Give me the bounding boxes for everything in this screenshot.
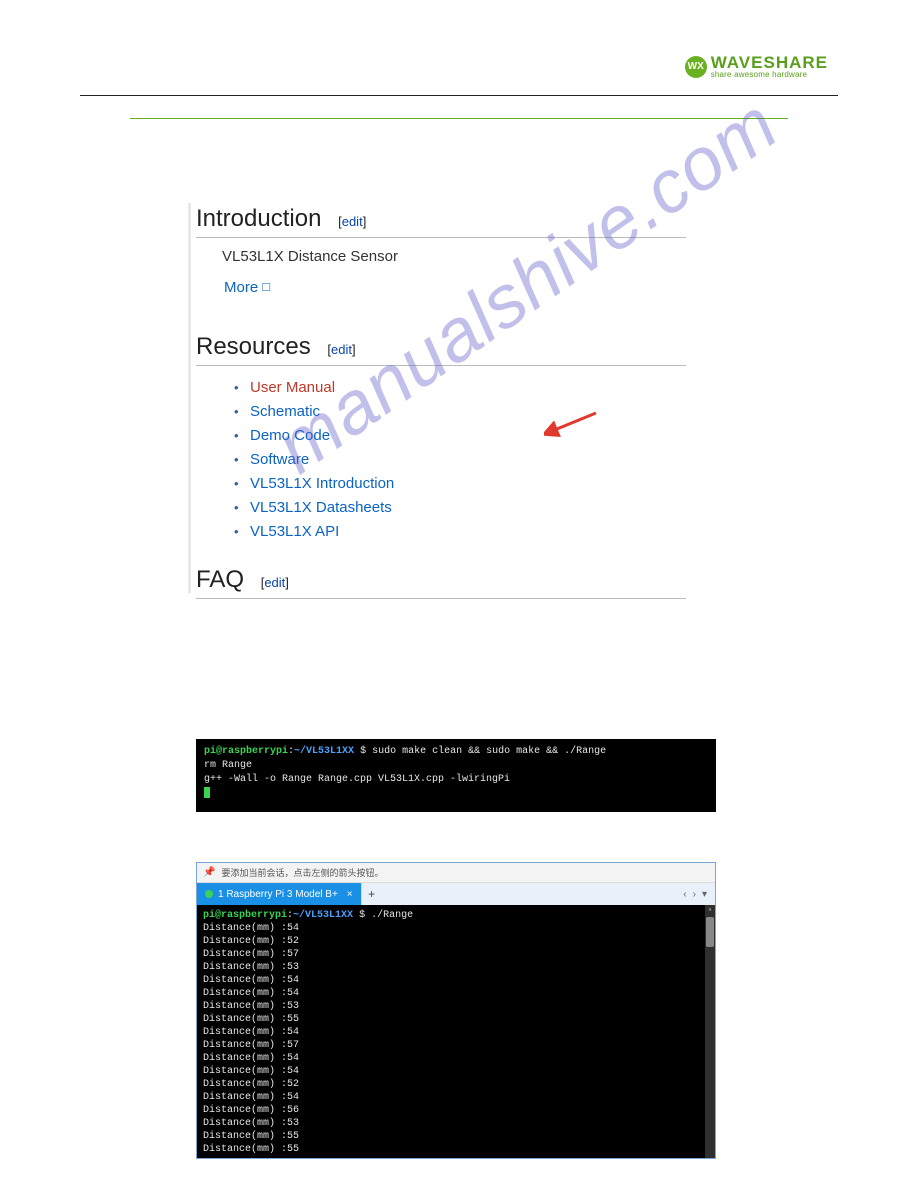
- tabbar-controls: ‹ › ▾: [675, 883, 715, 905]
- terminal-toolbar: 📌 要添加当前会话，点击左侧的箭头按钮。: [197, 863, 715, 883]
- menu-dropdown-icon[interactable]: ▾: [702, 889, 707, 900]
- intro-edit-link[interactable]: [edit]: [328, 214, 366, 229]
- wiki-left-border: [188, 203, 191, 593]
- intro-heading-text: Introduction: [196, 205, 321, 232]
- resources-list: User Manual Schematic Demo Code Software…: [196, 376, 686, 544]
- nav-left-icon[interactable]: ‹: [683, 889, 686, 900]
- cursor-icon: [204, 787, 210, 798]
- resource-vl53l1x-api[interactable]: VL53L1X API: [250, 520, 686, 544]
- logo-text: WAVESHARE share awesome hardware: [711, 54, 828, 79]
- more-label: More: [224, 279, 258, 296]
- faq-heading-text: FAQ: [196, 566, 244, 593]
- terminal-body[interactable]: pi@raspberrypi:~/VL53L1XX $ ./Range Dist…: [197, 905, 715, 1158]
- t2-prompt: $: [359, 910, 365, 921]
- pin-icon[interactable]: 📌: [203, 867, 215, 878]
- intro-divider: [196, 237, 686, 238]
- t2-path: ~/VL53L1XX: [293, 910, 353, 921]
- logo-row: WX WAVESHARE share awesome hardware: [80, 54, 838, 79]
- t2-cmd: ./Range: [371, 910, 413, 921]
- resources-edit-link[interactable]: [edit]: [317, 342, 355, 357]
- logo-sub: share awesome hardware: [711, 71, 828, 79]
- toolbar-hint: 要添加当前会话，点击左侧的箭头按钮。: [221, 866, 383, 879]
- resource-software[interactable]: Software: [250, 448, 686, 472]
- t1-path: ~/VL53L1XX: [294, 746, 354, 757]
- wiki-content: Introduction [edit] VL53L1X Distance Sen…: [196, 197, 686, 599]
- tab-title: 1 Raspberry Pi 3 Model B+: [218, 889, 338, 900]
- document-page: manualshive.com WX WAVESHARE share aweso…: [0, 0, 918, 1188]
- status-dot-icon: [205, 890, 213, 898]
- header-divider-green: [130, 118, 788, 119]
- intro-subtitle: VL53L1X Distance Sensor: [222, 248, 686, 265]
- faq-section: FAQ [edit]: [196, 558, 686, 599]
- distance-output: Distance(mm) :54 Distance(mm) :52 Distan…: [203, 923, 299, 1155]
- t1-line2: rm Range: [204, 760, 252, 771]
- resource-vl53l1x-intro[interactable]: VL53L1X Introduction: [250, 472, 686, 496]
- arrow-annotation: [544, 407, 604, 441]
- faq-divider: [196, 598, 686, 599]
- intro-heading: Introduction [edit]: [196, 197, 686, 233]
- waveshare-logo: WX WAVESHARE share awesome hardware: [685, 54, 828, 79]
- t2-userhost: pi@raspberrypi: [203, 910, 287, 921]
- t1-prompt: $: [360, 746, 366, 757]
- faq-heading: FAQ [edit]: [196, 558, 686, 594]
- scroll-thumb[interactable]: [706, 917, 714, 947]
- resource-demo-code[interactable]: Demo Code: [250, 424, 686, 448]
- terminal-tab-active[interactable]: 1 Raspberry Pi 3 Model B+ ×: [197, 883, 361, 905]
- t1-line3: g++ -Wall -o Range Range.cpp VL53L1X.cpp…: [204, 774, 510, 785]
- intro-section: Introduction [edit] VL53L1X Distance Sen…: [196, 197, 686, 297]
- terminal-tabbar: 1 Raspberry Pi 3 Model B+ × + ‹ › ▾: [197, 883, 715, 905]
- logo-main: WAVESHARE: [711, 54, 828, 71]
- external-link-icon: ☐: [261, 281, 271, 294]
- faq-edit-link[interactable]: [edit]: [251, 575, 289, 590]
- terminal-window: 📌 要添加当前会话，点击左侧的箭头按钮。 1 Raspberry Pi 3 Mo…: [196, 862, 716, 1159]
- more-link[interactable]: More ☐: [224, 279, 271, 296]
- t1-cmd: sudo make clean && sudo make && ./Range: [372, 746, 606, 757]
- resource-user-manual[interactable]: User Manual: [250, 376, 686, 400]
- header-divider-black: [80, 95, 838, 96]
- resources-heading-text: Resources: [196, 333, 311, 360]
- resources-section: Resources [edit] User Manual Schematic D…: [196, 325, 686, 544]
- scrollbar[interactable]: ▴: [705, 905, 715, 1158]
- resource-vl53l1x-datasheets[interactable]: VL53L1X Datasheets: [250, 496, 686, 520]
- resources-heading: Resources [edit]: [196, 325, 686, 361]
- tabbar-spacer: [382, 883, 676, 905]
- page-header: WX WAVESHARE share awesome hardware: [0, 0, 918, 89]
- tab-close-icon[interactable]: ×: [343, 889, 353, 900]
- logo-badge-icon: WX: [685, 56, 707, 78]
- terminal-make: pi@raspberrypi:~/VL53L1XX $ sudo make cl…: [196, 739, 716, 812]
- resource-schematic[interactable]: Schematic: [250, 400, 686, 424]
- scroll-up-icon[interactable]: ▴: [705, 905, 715, 915]
- t1-userhost: pi@raspberrypi: [204, 746, 288, 757]
- nav-right-icon[interactable]: ›: [693, 889, 696, 900]
- add-tab-button[interactable]: +: [361, 883, 382, 905]
- resources-divider: [196, 365, 686, 366]
